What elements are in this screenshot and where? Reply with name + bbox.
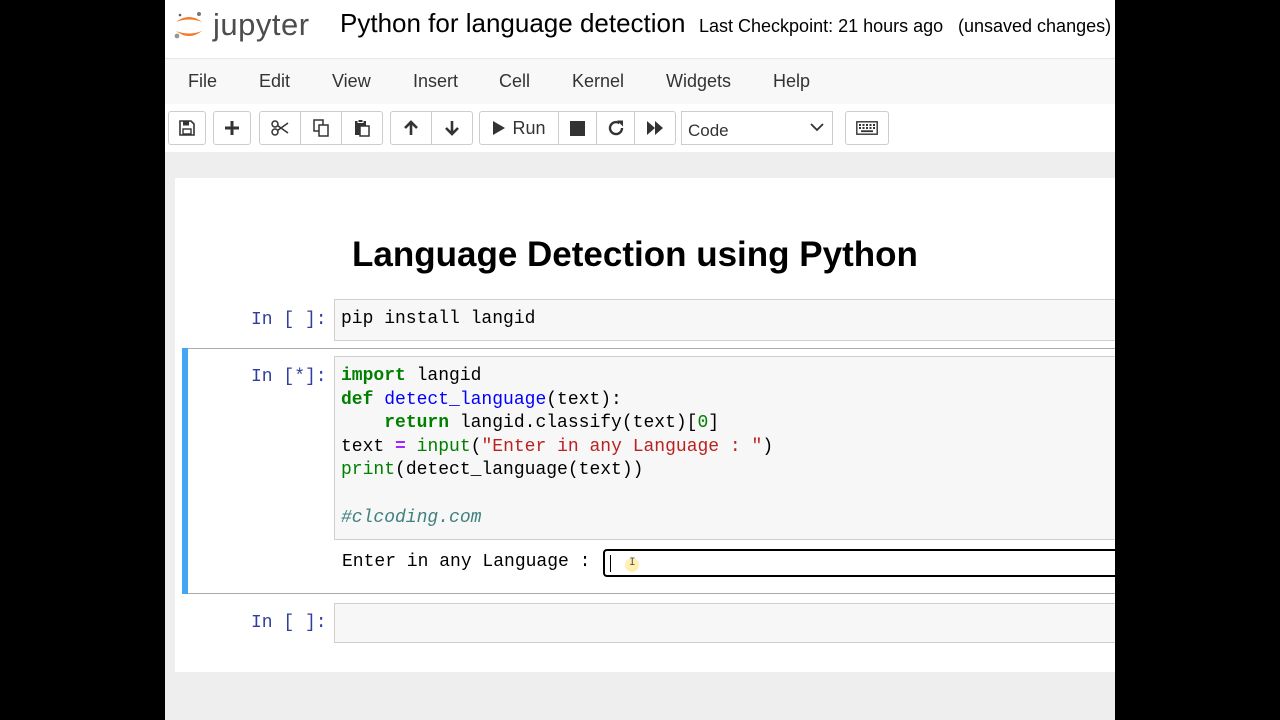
run-label: Run — [512, 117, 546, 138]
arrow-down-icon — [445, 121, 459, 136]
arrow-up-icon — [404, 120, 418, 135]
move-cell-down-button[interactable] — [431, 111, 473, 145]
chevron-down-icon — [810, 123, 824, 132]
selected-cell-indicator — [182, 348, 188, 594]
stop-icon — [570, 120, 585, 136]
cut-button[interactable] — [259, 111, 301, 145]
menu-kernel[interactable]: Kernel — [572, 71, 624, 92]
restart-kernel-button[interactable] — [596, 111, 635, 145]
paste-icon — [355, 119, 370, 137]
insert-cell-button[interactable] — [213, 111, 251, 145]
menu-help[interactable]: Help — [773, 71, 810, 92]
fast-forward-icon — [647, 121, 663, 135]
mouse-cursor-icon: I — [625, 557, 639, 572]
notebook-title[interactable]: Python for language detection — [340, 8, 685, 39]
markdown-heading: Language Detection using Python — [352, 235, 918, 274]
interrupt-kernel-button[interactable] — [558, 111, 597, 145]
menu-cell[interactable]: Cell — [499, 71, 530, 92]
move-cell-up-button[interactable] — [390, 111, 432, 145]
copy-button[interactable] — [300, 111, 342, 145]
cut-icon — [271, 120, 289, 136]
checkpoint-status: Last Checkpoint: 21 hours ago — [699, 16, 944, 36]
cell-1-input[interactable]: pip install langid — [334, 299, 1115, 341]
unsaved-changes-indicator: (unsaved changes) — [958, 16, 1112, 36]
restart-run-all-button[interactable] — [634, 111, 676, 145]
save-button[interactable] — [168, 111, 206, 145]
cell-2-input[interactable]: import langid def detect_language(text):… — [334, 356, 1115, 540]
cell-2-code: import langid def detect_language(text):… — [341, 366, 774, 528]
logo-text: jupyter — [213, 7, 310, 42]
jupyter-logo[interactable]: jupyter — [171, 6, 321, 46]
jupyter-planet-icon — [174, 12, 202, 39]
jupyter-notebook-window: jupyter Python for language detection La… — [165, 0, 1115, 720]
menu-view[interactable]: View — [332, 71, 371, 92]
stdin-input[interactable]: I — [603, 549, 1115, 577]
toolbar: Run Code — [165, 104, 1115, 152]
cell-3-prompt: In [ ]: — [251, 613, 327, 633]
cell-type-value: Code — [688, 121, 729, 140]
copy-icon — [313, 119, 329, 137]
text-caret — [610, 555, 611, 572]
run-button[interactable]: Run — [479, 111, 559, 145]
cell-1-prompt: In [ ]: — [251, 310, 327, 330]
command-palette-button[interactable] — [845, 111, 889, 145]
cell-3-input[interactable] — [334, 603, 1115, 643]
stdin-prompt: Enter in any Language : — [342, 552, 591, 572]
menu-insert[interactable]: Insert — [413, 71, 458, 92]
plus-icon — [225, 121, 239, 135]
menu-widgets[interactable]: Widgets — [666, 71, 731, 92]
menu-bar: File Edit View Insert Cell Kernel Widget… — [165, 58, 1115, 105]
play-icon — [493, 121, 506, 135]
cell-type-select[interactable]: Code — [681, 111, 833, 145]
cell-2-prompt: In [*]: — [251, 367, 327, 387]
notebook-header: jupyter Python for language detection La… — [165, 0, 1115, 58]
restart-icon — [608, 120, 623, 136]
paste-button[interactable] — [341, 111, 383, 145]
keyboard-icon — [856, 121, 878, 135]
menu-edit[interactable]: Edit — [259, 71, 290, 92]
notebook-gutter — [165, 152, 1115, 178]
save-icon — [179, 120, 195, 136]
cell-1-code: pip install langid — [341, 309, 536, 329]
notebook-container: Language Detection using Python In [ ]: … — [175, 178, 1115, 672]
menu-file[interactable]: File — [188, 71, 217, 92]
